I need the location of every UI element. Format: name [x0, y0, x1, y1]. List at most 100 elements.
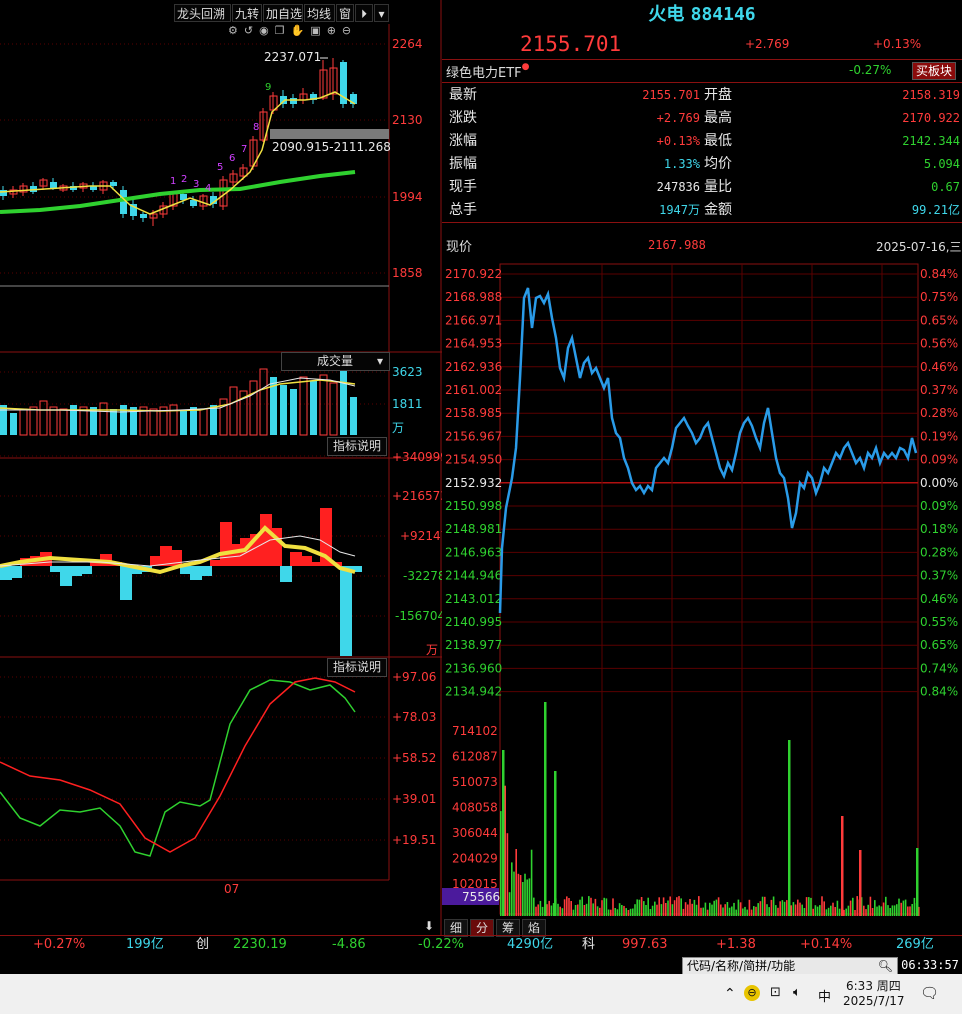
- intraday-volume-bar: [519, 875, 522, 916]
- volume-bar: [199, 408, 208, 436]
- intraday-volume-bar: [885, 896, 887, 916]
- intraday-volume-bars: [500, 702, 920, 916]
- kdj-help-button[interactable]: 指标说明: [327, 658, 387, 677]
- volume-ytick: 3623: [392, 365, 423, 379]
- intraday-volume-bar: [592, 903, 594, 916]
- intraday-volume-bar: [517, 873, 520, 916]
- macd-help-button[interactable]: 指标说明: [327, 437, 387, 456]
- price-tick: 2146.963: [445, 545, 502, 559]
- volume-bar: [319, 374, 328, 436]
- intraday-volume-bar: [513, 871, 515, 916]
- intraday-volume-bar: [717, 897, 720, 916]
- intraday-volume-bar: [898, 898, 900, 916]
- volume-tick: 204029: [452, 852, 498, 866]
- buy-sector-button[interactable]: 买板块: [912, 62, 957, 80]
- pct-tick: 0.09%: [920, 499, 958, 513]
- intraday-volume-bar: [893, 905, 896, 916]
- price-label: 现价: [446, 240, 473, 255]
- intraday-volume-bar: [838, 908, 841, 916]
- pct-tick: 0.84%: [920, 685, 958, 699]
- intraday-volume-bar: [524, 873, 526, 916]
- intraday-volume-bar: [865, 909, 867, 916]
- pct-tick: 0.55%: [920, 615, 958, 629]
- intraday-volume-bar: [651, 905, 654, 916]
- intraday-volume-bar: [830, 905, 832, 916]
- volume-bar: [340, 371, 347, 435]
- intraday-volume-bar: [876, 906, 878, 916]
- volume-indicator-select[interactable]: 成交量 ▾: [281, 352, 390, 371]
- last-volume-label: 75566: [462, 890, 500, 904]
- intraday-volume-bar: [803, 908, 806, 916]
- intraday-volume-bar: [722, 907, 724, 916]
- intraday-volume-bar: [671, 904, 674, 916]
- intraday-volume-bar: [559, 906, 561, 916]
- intraday-volume-spike: [544, 702, 547, 916]
- intraday-volume-bar: [581, 896, 583, 916]
- price-tick: 2168.988: [445, 290, 502, 304]
- chevron-down-icon: ▾: [377, 354, 384, 368]
- related-etf-link[interactable]: 绿色电力ETF●: [446, 62, 530, 81]
- intraday-volume-bar: [662, 897, 665, 916]
- intraday-volume-bar: [596, 906, 599, 916]
- intraday-volume-bar: [768, 907, 770, 916]
- app-tray-icon[interactable]: ⊖: [744, 985, 760, 1001]
- chevron-up-icon[interactable]: ⌃: [724, 986, 736, 1002]
- intraday-volume-bar: [614, 908, 616, 916]
- volume-tick: 408058: [452, 801, 498, 815]
- candle-body: [290, 98, 297, 104]
- taskbar-date[interactable]: 2025/7/17: [843, 994, 905, 1008]
- intraday-volume-bar: [618, 903, 621, 916]
- intraday-volume-bar: [834, 907, 836, 916]
- intraday-volume-bar: [566, 896, 568, 916]
- intraday-volume-bar: [634, 904, 636, 916]
- network-icon[interactable]: ⊡: [770, 985, 781, 1000]
- intraday-volume-bar: [660, 904, 663, 916]
- intraday-volume-bar: [605, 898, 608, 916]
- intraday-volume-bar: [689, 899, 691, 916]
- volume-bar: [229, 386, 238, 436]
- quote-value: 2158.319: [902, 88, 960, 102]
- intraday-volume-bar: [750, 909, 753, 916]
- volume-bar: [39, 400, 48, 436]
- pct-tick: 0.28%: [920, 406, 958, 420]
- intraday-volume-bar: [823, 901, 825, 916]
- intraday-volume-bar: [882, 902, 885, 916]
- intraday-volume-spike: [841, 816, 844, 916]
- intraday-volume-bar: [871, 908, 874, 916]
- intraday-chart[interactable]: 2170.922 0.84% 2168.988 0.75% 2166.971 0.65% 2…: [442, 258, 962, 918]
- intraday-volume-bar: [904, 899, 907, 916]
- pct-tick: 0.18%: [920, 522, 958, 536]
- intraday-volume-bar: [706, 909, 709, 916]
- volume-tick: 510073: [452, 775, 498, 789]
- intraday-volume-bar: [720, 904, 722, 916]
- intraday-volume-bar: [869, 896, 872, 916]
- ticker-value: +0.27%: [33, 937, 86, 952]
- macd-ytick: -156704: [395, 609, 442, 623]
- ime-indicator[interactable]: 中: [818, 986, 831, 1005]
- volume-unit: 万: [392, 421, 404, 435]
- intraday-volume-bar: [852, 897, 854, 916]
- cursor-price: 2167.988: [648, 238, 706, 252]
- download-icon[interactable]: ⬇: [424, 919, 434, 933]
- intraday-volume-bar: [847, 905, 850, 916]
- price-tick: 2166.971: [445, 313, 502, 327]
- pct-tick: 0.37%: [920, 383, 958, 397]
- taskbar-time[interactable]: 6:33 周四: [846, 977, 901, 994]
- intraday-volume-bar: [713, 900, 715, 916]
- price-tick: 2143.012: [445, 592, 502, 606]
- kline-chart[interactable]: 2264 2130 1994 1858 3623 1811 万 +340999 …: [0, 0, 442, 935]
- intraday-price-line: [498, 287, 918, 614]
- intraday-volume-bar: [913, 897, 916, 916]
- pct-tick: 0.74%: [920, 661, 958, 675]
- intraday-volume-spike: [916, 848, 919, 916]
- intraday-volume-spike: [554, 771, 557, 916]
- intraday-volume-spike: [788, 740, 791, 916]
- notification-icon[interactable]: 🗨︎: [920, 984, 939, 1002]
- intraday-volume-bar: [649, 909, 652, 916]
- volume-ytick: 1811: [392, 397, 423, 411]
- intraday-volume-bar: [541, 906, 544, 916]
- pct-tick: 0.56%: [920, 337, 958, 351]
- intraday-volume-bar: [797, 899, 799, 916]
- volume-icon[interactable]: 🔈︎: [793, 985, 801, 1000]
- price-change-pct: +0.13%: [873, 37, 922, 51]
